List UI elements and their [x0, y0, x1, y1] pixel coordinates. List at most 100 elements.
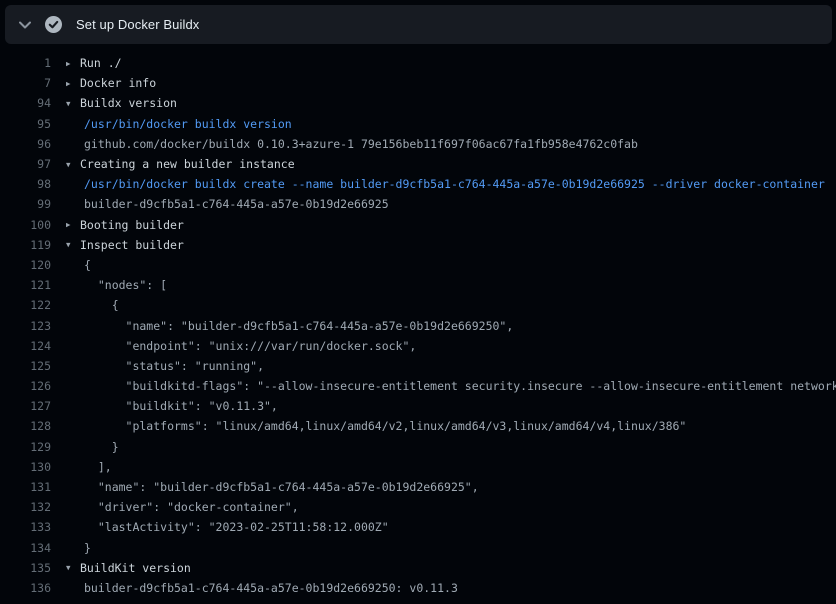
line-number[interactable]: 99 [0, 197, 51, 211]
line-number[interactable]: 95 [0, 117, 51, 131]
log-group-toggle[interactable]: ▼ Inspect builder [66, 238, 184, 252]
log-line: 130 ], [0, 457, 836, 477]
line-number[interactable]: 135 [0, 561, 51, 575]
line-number[interactable]: 126 [0, 379, 51, 393]
log-line: 96 github.com/docker/buildx 0.10.3+azure… [0, 134, 836, 154]
log-text: Booting builder [80, 218, 184, 232]
line-number[interactable]: 94 [0, 96, 51, 110]
disclosure-triangle-icon[interactable]: ▶ [66, 79, 80, 88]
line-number[interactable]: 125 [0, 359, 51, 373]
log-text: Inspect builder [80, 238, 184, 252]
chevron-down-icon[interactable] [17, 17, 33, 33]
line-number[interactable]: 98 [0, 177, 51, 191]
log-text: /usr/bin/docker buildx version [84, 117, 292, 131]
log-text: BuildKit version [80, 561, 191, 575]
line-number[interactable]: 131 [0, 480, 51, 494]
log-line: 136 builder-d9cfb5a1-c764-445a-a57e-0b19… [0, 578, 836, 598]
log-line: 126 "buildkitd-flags": "--allow-insecure… [0, 376, 836, 396]
log-text: } [84, 440, 119, 454]
log-text: "driver": "docker-container", [84, 500, 299, 514]
log-group-toggle[interactable]: ▼ Buildx version [66, 96, 177, 110]
log-line: 99 builder-d9cfb5a1-c764-445a-a57e-0b19d… [0, 194, 836, 214]
line-number[interactable]: 1 [0, 56, 51, 70]
log-text: builder-d9cfb5a1-c764-445a-a57e-0b19d2e6… [84, 581, 458, 595]
log-group-toggle[interactable]: ▼ BuildKit version [66, 561, 191, 575]
line-number[interactable]: 100 [0, 218, 51, 232]
log-text: Creating a new builder instance [80, 157, 295, 171]
log-line: 127 "buildkit": "v0.11.3", [0, 396, 836, 416]
line-number[interactable]: 120 [0, 258, 51, 272]
line-number[interactable]: 136 [0, 581, 51, 595]
line-number[interactable]: 129 [0, 440, 51, 454]
log-line: 124 "endpoint": "unix:///var/run/docker.… [0, 336, 836, 356]
log-line: 98 /usr/bin/docker buildx create --name … [0, 174, 836, 194]
log-line: 131 "name": "builder-d9cfb5a1-c764-445a-… [0, 477, 836, 497]
disclosure-triangle-icon[interactable]: ▼ [66, 240, 80, 249]
log-text: "buildkitd-flags": "--allow-insecure-ent… [84, 379, 836, 393]
line-number[interactable]: 127 [0, 399, 51, 413]
line-number[interactable]: 7 [0, 76, 51, 90]
log-line: 133 "lastActivity": "2023-02-25T11:58:12… [0, 517, 836, 537]
log-group-toggle[interactable]: ▶ Docker info [66, 76, 156, 90]
log-line: 129 } [0, 437, 836, 457]
step-header[interactable]: Set up Docker Buildx [5, 5, 832, 44]
line-number[interactable]: 134 [0, 541, 51, 555]
line-number[interactable]: 96 [0, 137, 51, 151]
disclosure-triangle-icon[interactable]: ▶ [66, 59, 80, 68]
log-group-toggle[interactable]: ▶ Run ./ [66, 56, 122, 70]
log-line: 120 { [0, 255, 836, 275]
log-line: 121 "nodes": [ [0, 275, 836, 295]
line-number[interactable]: 128 [0, 419, 51, 433]
step-title: Set up Docker Buildx [76, 17, 199, 32]
line-number[interactable]: 97 [0, 157, 51, 171]
log-group-toggle[interactable]: ▶ Booting builder [66, 218, 184, 232]
log-text: } [84, 541, 91, 555]
log-line: 119 ▼ Inspect builder [0, 235, 836, 255]
log-line: 125 "status": "running", [0, 356, 836, 376]
log-text: "name": "builder-d9cfb5a1-c764-445a-a57e… [84, 480, 479, 494]
log-text: "buildkit": "v0.11.3", [84, 399, 278, 413]
log-text: Docker info [80, 76, 156, 90]
log-text: "nodes": [ [84, 278, 167, 292]
log-text: builder-d9cfb5a1-c764-445a-a57e-0b19d2e6… [84, 197, 389, 211]
log-line: 134 } [0, 538, 836, 558]
log-line: 128 "platforms": "linux/amd64,linux/amd6… [0, 416, 836, 436]
line-number[interactable]: 133 [0, 520, 51, 534]
log-text: Run ./ [80, 56, 122, 70]
log-text: { [84, 298, 119, 312]
line-number[interactable]: 132 [0, 500, 51, 514]
log-line: 123 "name": "builder-d9cfb5a1-c764-445a-… [0, 315, 836, 335]
line-number[interactable]: 122 [0, 298, 51, 312]
line-number[interactable]: 130 [0, 460, 51, 474]
line-number[interactable]: 119 [0, 238, 51, 252]
log-text: "name": "builder-d9cfb5a1-c764-445a-a57e… [84, 319, 513, 333]
log-text: /usr/bin/docker buildx create --name bui… [84, 177, 825, 191]
log-line: 100 ▶ Booting builder [0, 215, 836, 235]
log-text: "status": "running", [84, 359, 264, 373]
log-text: "platforms": "linux/amd64,linux/amd64/v2… [84, 419, 686, 433]
log-text: { [84, 258, 91, 272]
log-line: 135 ▼ BuildKit version [0, 558, 836, 578]
log-text: github.com/docker/buildx 0.10.3+azure-1 … [84, 137, 638, 151]
log-line: 95 /usr/bin/docker buildx version [0, 114, 836, 134]
line-number[interactable]: 121 [0, 278, 51, 292]
line-number[interactable]: 123 [0, 319, 51, 333]
log-line: 97 ▼ Creating a new builder instance [0, 154, 836, 174]
check-circle-icon [45, 16, 62, 33]
disclosure-triangle-icon[interactable]: ▼ [66, 563, 80, 572]
log-line: 132 "driver": "docker-container", [0, 497, 836, 517]
log-text: "endpoint": "unix:///var/run/docker.sock… [84, 339, 416, 353]
disclosure-triangle-icon[interactable]: ▼ [66, 99, 80, 108]
log-line: 94 ▼ Buildx version [0, 93, 836, 113]
disclosure-triangle-icon[interactable]: ▶ [66, 220, 80, 229]
disclosure-triangle-icon[interactable]: ▼ [66, 160, 80, 169]
log-text: ], [84, 460, 112, 474]
line-number[interactable]: 124 [0, 339, 51, 353]
log-line: 122 { [0, 295, 836, 315]
log-group-toggle[interactable]: ▼ Creating a new builder instance [66, 157, 295, 171]
log-text: Buildx version [80, 96, 177, 110]
log-line: 7 ▶ Docker info [0, 73, 836, 93]
log-line: 1 ▶ Run ./ [0, 53, 836, 73]
log-text: "lastActivity": "2023-02-25T11:58:12.000… [84, 520, 389, 534]
log-viewer: 1 ▶ Run ./ 7 ▶ Docker info 94 ▼ Buildx v… [0, 44, 836, 598]
